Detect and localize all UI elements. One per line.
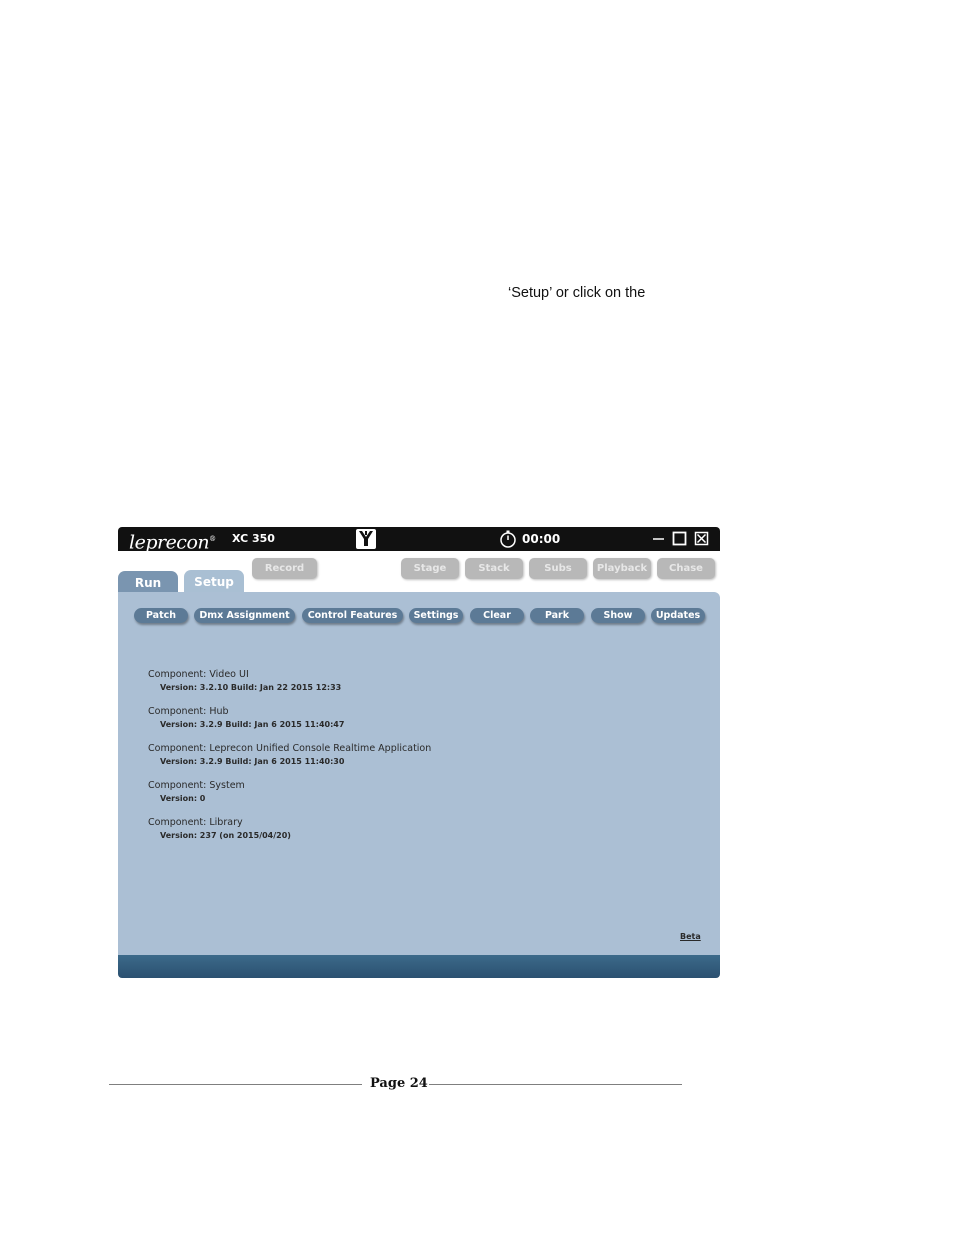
component-name: Component: Library bbox=[148, 817, 243, 828]
stopwatch-icon bbox=[500, 530, 516, 548]
record-button[interactable]: Record bbox=[252, 558, 317, 579]
component-name: Component: System bbox=[148, 780, 245, 791]
status-footer bbox=[118, 955, 720, 978]
component-name: Component: Video UI bbox=[148, 669, 249, 680]
playback-button[interactable]: Playback bbox=[593, 558, 651, 579]
updates-button[interactable]: Updates bbox=[651, 608, 705, 623]
control-features-button[interactable]: Control Features bbox=[302, 608, 403, 623]
tab-setup[interactable]: Setup bbox=[184, 570, 244, 593]
timer-readout: 00:00 bbox=[522, 532, 561, 546]
component-name: Component: Hub bbox=[148, 706, 229, 717]
model-name: XC 350 bbox=[232, 532, 275, 545]
component-version: Version: 3.2.9 Build: Jan 6 2015 11:40:3… bbox=[160, 757, 345, 766]
close-icon[interactable] bbox=[694, 531, 709, 546]
component-entry: Component: System Version: 0 bbox=[148, 780, 245, 805]
component-version: Version: 237 (on 2015/04/20) bbox=[160, 831, 291, 840]
minimize-icon[interactable] bbox=[651, 531, 666, 546]
page-number: Page 24 bbox=[370, 1076, 428, 1091]
title-bar: leprecon® XC 350 00:00 bbox=[118, 527, 720, 554]
component-name: Component: Leprecon Unified Console Real… bbox=[148, 743, 432, 754]
tab-run[interactable]: Run bbox=[118, 571, 178, 593]
brand-logo: leprecon® bbox=[129, 531, 216, 554]
patch-button[interactable]: Patch bbox=[134, 608, 188, 623]
component-entry: Component: Leprecon Unified Console Real… bbox=[148, 743, 431, 768]
beta-link[interactable]: Beta bbox=[680, 932, 701, 941]
stage-button[interactable]: Stage bbox=[401, 558, 459, 579]
component-entry: Component: Hub Version: 3.2.9 Build: Jan… bbox=[148, 706, 344, 731]
component-entry: Component: Library Version: 237 (on 2015… bbox=[148, 817, 291, 842]
app-window: leprecon® XC 350 00:00 Run Setup Record … bbox=[118, 527, 720, 978]
park-button[interactable]: Park bbox=[530, 608, 584, 623]
show-button[interactable]: Show bbox=[591, 608, 645, 623]
setup-panel: Patch Dmx Assignment Control Features Se… bbox=[118, 592, 720, 955]
component-version: Version: 3.2.9 Build: Jan 6 2015 11:40:4… bbox=[160, 720, 345, 729]
body-text-fragment: ‘Setup’ or click on the bbox=[508, 285, 646, 301]
stack-button[interactable]: Stack bbox=[465, 558, 523, 579]
component-version: Version: 3.2.10 Build: Jan 22 2015 12:33 bbox=[160, 683, 342, 692]
chase-button[interactable]: Chase bbox=[657, 558, 715, 579]
app-logo-icon bbox=[356, 529, 376, 549]
component-version: Version: 0 bbox=[160, 794, 206, 803]
subs-button[interactable]: Subs bbox=[529, 558, 587, 579]
footer-rule-right bbox=[429, 1084, 682, 1085]
clear-button[interactable]: Clear bbox=[470, 608, 524, 623]
maximize-icon[interactable] bbox=[672, 531, 687, 546]
settings-button[interactable]: Settings bbox=[409, 608, 463, 623]
footer-rule-left bbox=[109, 1084, 362, 1085]
component-entry: Component: Video UI Version: 3.2.10 Buil… bbox=[148, 669, 341, 694]
dmx-assignment-button[interactable]: Dmx Assignment bbox=[194, 608, 295, 623]
